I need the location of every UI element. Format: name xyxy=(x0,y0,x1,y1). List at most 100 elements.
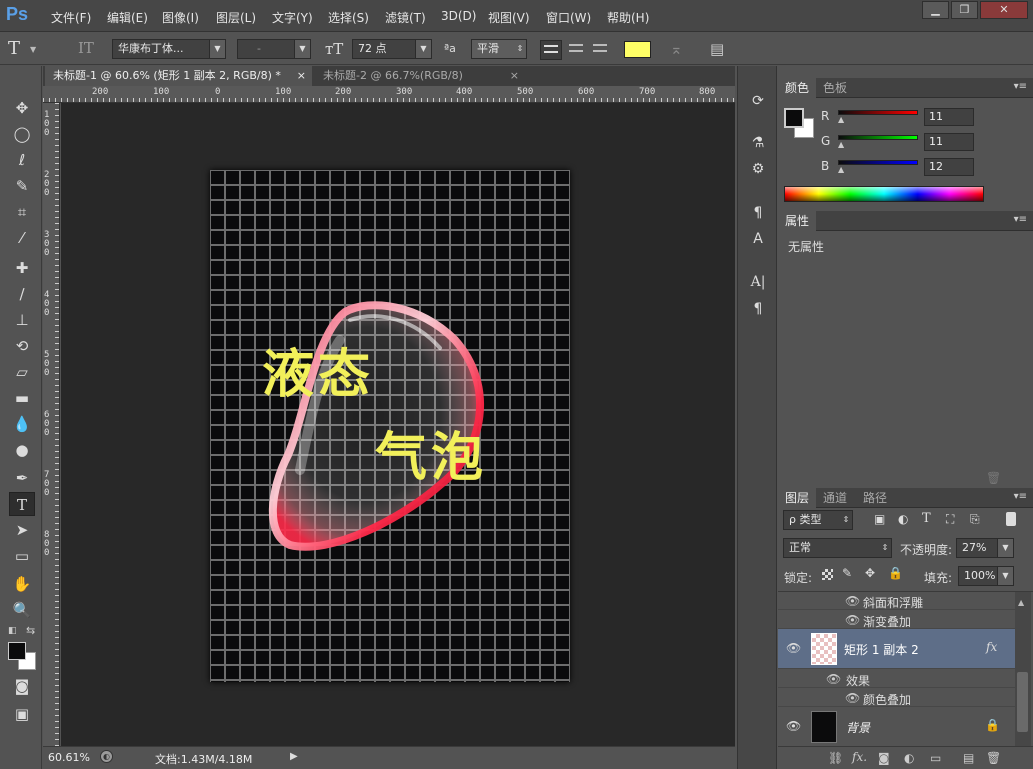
character-panel-icon[interactable]: ▤ xyxy=(710,40,724,58)
text-color-swatch[interactable] xyxy=(624,41,651,58)
close-tab-icon[interactable]: × xyxy=(510,66,519,86)
r-slider[interactable] xyxy=(838,110,918,115)
scroll-up-icon[interactable]: ▲ xyxy=(1018,598,1024,607)
new-group-icon[interactable]: ▭ xyxy=(930,751,941,765)
clone-stamp-icon[interactable]: ⊥ xyxy=(9,308,35,332)
r-value-field[interactable]: 11 xyxy=(924,108,974,126)
g-value-field[interactable]: 11 xyxy=(924,133,974,151)
history-panel-icon[interactable]: ⟳ xyxy=(747,90,769,112)
dodge-icon[interactable]: ● xyxy=(9,438,35,462)
font-family-select[interactable]: 华康布丁体... ▼ xyxy=(112,39,226,59)
type-tool-preset-icon[interactable]: T xyxy=(8,38,20,59)
screen-mode-icon[interactable]: ▣ xyxy=(9,702,35,726)
document-canvas[interactable]: 液态 气泡 xyxy=(210,170,570,682)
foreground-color-swatch[interactable] xyxy=(8,642,26,660)
tab-document-1[interactable]: 未标题-1 @ 60.6% (矩形 1 副本 2, RGB/8) * × xyxy=(45,66,312,86)
add-mask-icon[interactable]: ◙ xyxy=(878,751,890,765)
add-style-icon[interactable]: fx. xyxy=(852,750,867,764)
layers-scrollbar[interactable]: ▲ xyxy=(1015,592,1031,746)
default-colors-icon[interactable]: ◧ xyxy=(8,626,18,636)
zoom-level[interactable]: 60.61% xyxy=(48,751,90,764)
menu-file[interactable]: 文件(F) xyxy=(51,9,91,26)
menu-3d[interactable]: 3D(D) xyxy=(441,9,476,23)
filter-type-icon[interactable]: T xyxy=(922,511,931,526)
adjustment-layer-icon[interactable]: ◐ xyxy=(904,751,914,765)
slider-thumb-icon[interactable]: ▲ xyxy=(838,165,844,174)
fill-field[interactable]: 100% ▼ xyxy=(958,566,1014,586)
b-slider[interactable] xyxy=(838,160,918,165)
minimize-button[interactable]: ▁ xyxy=(922,1,949,19)
align-right-button[interactable] xyxy=(590,40,612,60)
anti-alias-select[interactable]: 平滑 ⇕ xyxy=(471,39,527,59)
path-selection-icon[interactable]: ➤ xyxy=(9,518,35,542)
filter-adjustment-icon[interactable]: ◐ xyxy=(898,512,908,526)
panel-menu-icon[interactable]: ▾≡ xyxy=(1014,491,1027,502)
menu-image[interactable]: 图像(I) xyxy=(162,9,199,26)
menu-edit[interactable]: 编辑(E) xyxy=(107,9,148,26)
eye-icon[interactable]: 👁 xyxy=(845,691,860,705)
pen-icon[interactable]: ✒ xyxy=(9,466,35,490)
g-slider[interactable] xyxy=(838,135,918,140)
panel-menu-icon[interactable]: ▾≡ xyxy=(1014,214,1027,225)
paragraph-panel-icon[interactable]: ¶ xyxy=(747,298,769,320)
healing-brush-icon[interactable]: ✚ xyxy=(9,256,35,280)
layer-filter-select[interactable]: ρ 类型 ⇕ xyxy=(783,510,853,530)
chevron-down-icon[interactable]: ▼ xyxy=(30,45,36,54)
link-layers-icon[interactable]: ⛓ xyxy=(828,751,843,765)
layer-effect-row[interactable]: 👁 渐变叠加 xyxy=(778,610,1015,629)
filter-shape-icon[interactable]: ⛶ xyxy=(946,512,954,527)
font-size-select[interactable]: 72 点 ▼ xyxy=(352,39,432,59)
blend-mode-select[interactable]: 正常 ⇕ xyxy=(783,538,892,558)
align-center-button[interactable] xyxy=(566,40,588,60)
tab-swatches[interactable]: 色板 xyxy=(816,78,854,98)
tab-color[interactable]: 颜色 xyxy=(778,78,817,98)
quick-mask-icon[interactable]: ◙ xyxy=(9,674,35,698)
menu-filter[interactable]: 滤镜(T) xyxy=(385,9,426,26)
adjustments-panel-icon[interactable]: ⚙ xyxy=(747,158,769,180)
lock-position-icon[interactable]: ✥ xyxy=(865,566,875,580)
slider-thumb-icon[interactable]: ▲ xyxy=(838,115,844,124)
eye-icon[interactable]: 👁 xyxy=(845,594,860,608)
history-brush-icon[interactable]: ⟲ xyxy=(9,334,35,358)
move-tool-icon[interactable]: ✥ xyxy=(9,96,35,120)
lock-transparent-icon[interactable] xyxy=(822,569,833,580)
delete-layer-icon[interactable]: 🗑 xyxy=(986,751,1001,765)
tab-document-2[interactable]: 未标题-2 @ 66.7%(RGB/8) × xyxy=(315,66,525,86)
fx-icon[interactable]: fx xyxy=(986,640,997,654)
rectangle-icon[interactable]: ▭ xyxy=(9,544,35,568)
menu-help[interactable]: 帮助(H) xyxy=(607,9,649,26)
paragraph-styles-icon[interactable]: ¶ xyxy=(747,202,769,224)
layer-name[interactable]: 背景 xyxy=(846,719,870,736)
blur-icon[interactable]: 💧 xyxy=(9,412,35,436)
type-tool-icon[interactable]: T xyxy=(9,492,35,516)
layer-row[interactable]: 👁 背景 🔒 xyxy=(778,707,1015,746)
color-spectrum-ramp[interactable] xyxy=(784,186,984,202)
align-left-button[interactable] xyxy=(540,40,562,60)
menu-window[interactable]: 窗口(W) xyxy=(546,9,591,26)
new-layer-icon[interactable]: ▤ xyxy=(963,751,974,765)
tab-layers[interactable]: 图层 xyxy=(778,488,817,508)
restore-button[interactable]: ❐ xyxy=(951,1,978,19)
brush-icon[interactable]: ∕ xyxy=(9,282,35,306)
close-button[interactable]: ✕ xyxy=(980,1,1028,19)
character-panel-icon[interactable]: A| xyxy=(747,271,769,293)
menu-select[interactable]: 选择(S) xyxy=(328,9,369,26)
tab-channels[interactable]: 通道 xyxy=(816,488,854,508)
eye-icon[interactable]: 👁 xyxy=(826,672,841,686)
warp-text-icon[interactable]: ⌅ xyxy=(670,40,683,58)
filter-toggle-icon[interactable] xyxy=(1006,512,1016,526)
quick-selection-icon[interactable]: ✎ xyxy=(9,174,35,198)
b-value-field[interactable]: 12 xyxy=(924,158,974,176)
lock-all-icon[interactable]: 🔒 xyxy=(888,566,903,580)
elliptical-marquee-icon[interactable]: ◯ xyxy=(9,122,35,146)
scrollbar-thumb[interactable] xyxy=(1017,672,1028,732)
menu-layer[interactable]: 图层(L) xyxy=(216,9,256,26)
text-orientation-icon[interactable]: IT xyxy=(78,39,94,57)
layer-effect-row[interactable]: 👁 颜色叠加 xyxy=(778,688,1015,707)
eraser-icon[interactable]: ▱ xyxy=(9,360,35,384)
share-icon[interactable]: ◐ xyxy=(100,750,113,763)
menu-view[interactable]: 视图(V) xyxy=(488,9,530,26)
trash-icon[interactable]: 🗑 xyxy=(986,471,1001,485)
font-style-select[interactable]: - ▼ xyxy=(237,39,311,59)
crop-icon[interactable]: ⌗ xyxy=(9,200,35,224)
